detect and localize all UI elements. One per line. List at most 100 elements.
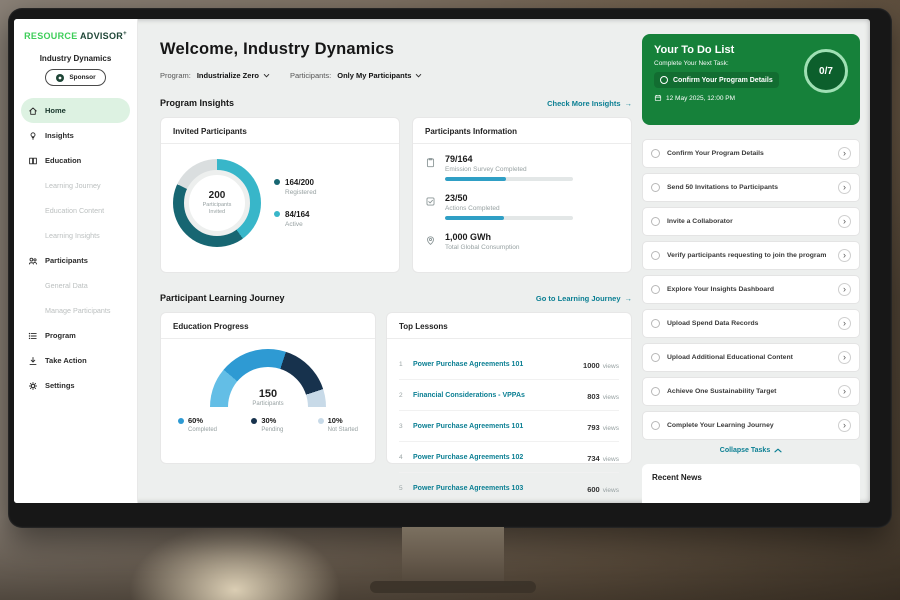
sidebar-item-general-data[interactable]: General Data <box>14 273 137 298</box>
task-chevron-icon[interactable]: › <box>838 385 851 398</box>
legend-pending: 30% Pending <box>251 416 283 433</box>
task-checkbox[interactable] <box>651 319 660 328</box>
sidebar-item-label: Learning Insights <box>45 231 100 240</box>
go-to-learning-journey-link[interactable]: Go to Learning Journey → <box>536 294 632 303</box>
calendar-icon <box>654 94 662 102</box>
task-item[interactable]: Upload Spend Data Records › <box>642 309 860 338</box>
sidebar-item-insights[interactable]: Insights <box>14 123 137 148</box>
task-checkbox[interactable] <box>651 183 660 192</box>
section-title-program-insights: Program Insights <box>160 98 234 108</box>
legend-registered: 164/200 Registered <box>274 178 316 196</box>
monitor-stand <box>402 527 504 585</box>
sidebar-item-take-action[interactable]: Take Action <box>14 348 137 373</box>
task-item[interactable]: Confirm Your Program Details › <box>642 139 860 168</box>
gauge-center-value: 150 <box>210 388 326 400</box>
sidebar-item-settings[interactable]: Settings <box>14 373 137 398</box>
task-checkbox[interactable] <box>651 387 660 396</box>
card-title: Education Progress <box>161 322 375 339</box>
task-checkbox[interactable] <box>651 285 660 294</box>
checklist-icon <box>425 193 437 220</box>
task-checkbox[interactable] <box>651 421 660 430</box>
task-item[interactable]: Achieve One Sustainability Target › <box>642 377 860 406</box>
program-filter-label: Program: <box>160 71 191 80</box>
participants-select[interactable]: Only My Participants <box>337 71 422 80</box>
legend-dot-not-started <box>318 418 324 424</box>
program-insights-header: Program Insights Check More Insights → <box>160 98 632 108</box>
task-chevron-icon[interactable]: › <box>838 283 851 296</box>
app-window: RESOURCE ADVISOR+ Industry Dynamics Spon… <box>14 19 870 503</box>
sidebar: RESOURCE ADVISOR+ Industry Dynamics Spon… <box>14 19 138 503</box>
lesson-link[interactable]: Power Purchase Agreements 101 <box>413 423 580 430</box>
task-chevron-icon[interactable]: › <box>838 317 851 330</box>
lesson-link[interactable]: Power Purchase Agreements 102 <box>413 454 580 461</box>
sidebar-item-education[interactable]: Education <box>14 148 137 173</box>
task-checkbox[interactable] <box>651 353 660 362</box>
sidebar-item-manage-participants[interactable]: Manage Participants <box>14 298 137 323</box>
home-icon <box>28 106 38 116</box>
settings-gear-icon <box>28 381 38 391</box>
card-title: Invited Participants <box>161 127 399 144</box>
task-chevron-icon[interactable]: › <box>838 419 851 432</box>
lesson-row: 5 Power Purchase Agreements 103 600views <box>399 473 619 503</box>
task-chevron-icon[interactable]: › <box>838 249 851 262</box>
emission-survey-row: 79/164 Emission Survey Completed <box>425 154 619 181</box>
task-checkbox[interactable] <box>660 76 668 84</box>
lesson-row: 4 Power Purchase Agreements 102 734views <box>399 442 619 473</box>
lesson-link[interactable]: Financial Considerations - VPPAs <box>413 392 580 399</box>
program-select[interactable]: Industrialize Zero <box>197 71 270 80</box>
task-chevron-icon[interactable]: › <box>838 181 851 194</box>
sponsor-badge-wrap: Sponsor <box>14 69 137 86</box>
task-item[interactable]: Send 50 Invitations to Participants › <box>642 173 860 202</box>
participants-select-value: Only My Participants <box>337 71 411 80</box>
sidebar-item-label: Home <box>45 106 66 115</box>
todo-next-task[interactable]: Confirm Your Program Details <box>654 72 779 88</box>
sidebar-item-education-content[interactable]: Education Content <box>14 198 137 223</box>
program-select-value: Industrialize Zero <box>197 71 259 80</box>
sidebar-item-learning-insights[interactable]: Learning Insights <box>14 223 137 248</box>
gauge-legend: 60% Completed 30% Pending 10% Not Starte… <box>173 416 363 433</box>
sidebar-item-label: General Data <box>45 281 88 290</box>
task-item[interactable]: Invite a Collaborator › <box>642 207 860 236</box>
task-chevron-icon[interactable]: › <box>838 351 851 364</box>
sidebar-item-program[interactable]: Program <box>14 323 137 348</box>
actions-completed-row: 23/50 Actions Completed <box>425 193 619 220</box>
lesson-link[interactable]: Power Purchase Agreements 103 <box>413 485 580 492</box>
recent-news-header: Recent News <box>642 464 860 503</box>
task-chevron-icon[interactable]: › <box>838 147 851 160</box>
task-checkbox[interactable] <box>651 149 660 158</box>
task-checkbox[interactable] <box>651 217 660 226</box>
sidebar-item-learning-journey[interactable]: Learning Journey <box>14 173 137 198</box>
legend-dot-active <box>274 211 280 217</box>
logo-resource: RESOURCE <box>24 31 77 41</box>
collapse-tasks-link[interactable]: Collapse Tasks <box>642 447 860 454</box>
task-checkbox[interactable] <box>651 251 660 260</box>
task-item[interactable]: Explore Your Insights Dashboard › <box>642 275 860 304</box>
card-title: Top Lessons <box>387 322 631 339</box>
task-chevron-icon[interactable]: › <box>838 215 851 228</box>
take-action-icon <box>28 356 38 366</box>
sidebar-item-label: Education <box>45 156 81 165</box>
sidebar-item-participants[interactable]: Participants <box>14 248 137 273</box>
task-item[interactable]: Upload Additional Educational Content › <box>642 343 860 372</box>
check-more-insights-link[interactable]: Check More Insights → <box>547 99 632 108</box>
sidebar-item-label: Education Content <box>45 206 104 215</box>
legend-dot-pending <box>251 418 257 424</box>
chevron-up-icon <box>774 448 782 453</box>
education-gauge-chart: 150 Participants <box>210 349 326 407</box>
lesson-link[interactable]: Power Purchase Agreements 101 <box>413 361 576 368</box>
sidebar-item-home[interactable]: Home <box>21 98 130 123</box>
legend-dot-completed <box>178 418 184 424</box>
legend-completed: 60% Completed <box>178 416 217 433</box>
donut-legend: 164/200 Registered 84/164 Active <box>274 178 316 228</box>
sidebar-nav: Home Insights Education Learning Journey… <box>14 98 137 398</box>
task-item[interactable]: Complete Your Learning Journey › <box>642 411 860 440</box>
consumption-row: 1,000 GWh Total Global Consumption <box>425 232 619 255</box>
logo-advisor: ADVISOR <box>80 31 123 41</box>
filters-bar: Program: Industrialize Zero Participants… <box>160 71 632 80</box>
arrow-right-icon: → <box>625 294 633 303</box>
gauge-center-label: Participants <box>210 401 326 407</box>
sidebar-item-label: Settings <box>45 381 75 390</box>
task-item[interactable]: Verify participants requesting to join t… <box>642 241 860 270</box>
top-lessons-card: Top Lessons 1 Power Purchase Agreements … <box>386 312 632 464</box>
legend-not-started: 10% Not Started <box>318 416 358 433</box>
